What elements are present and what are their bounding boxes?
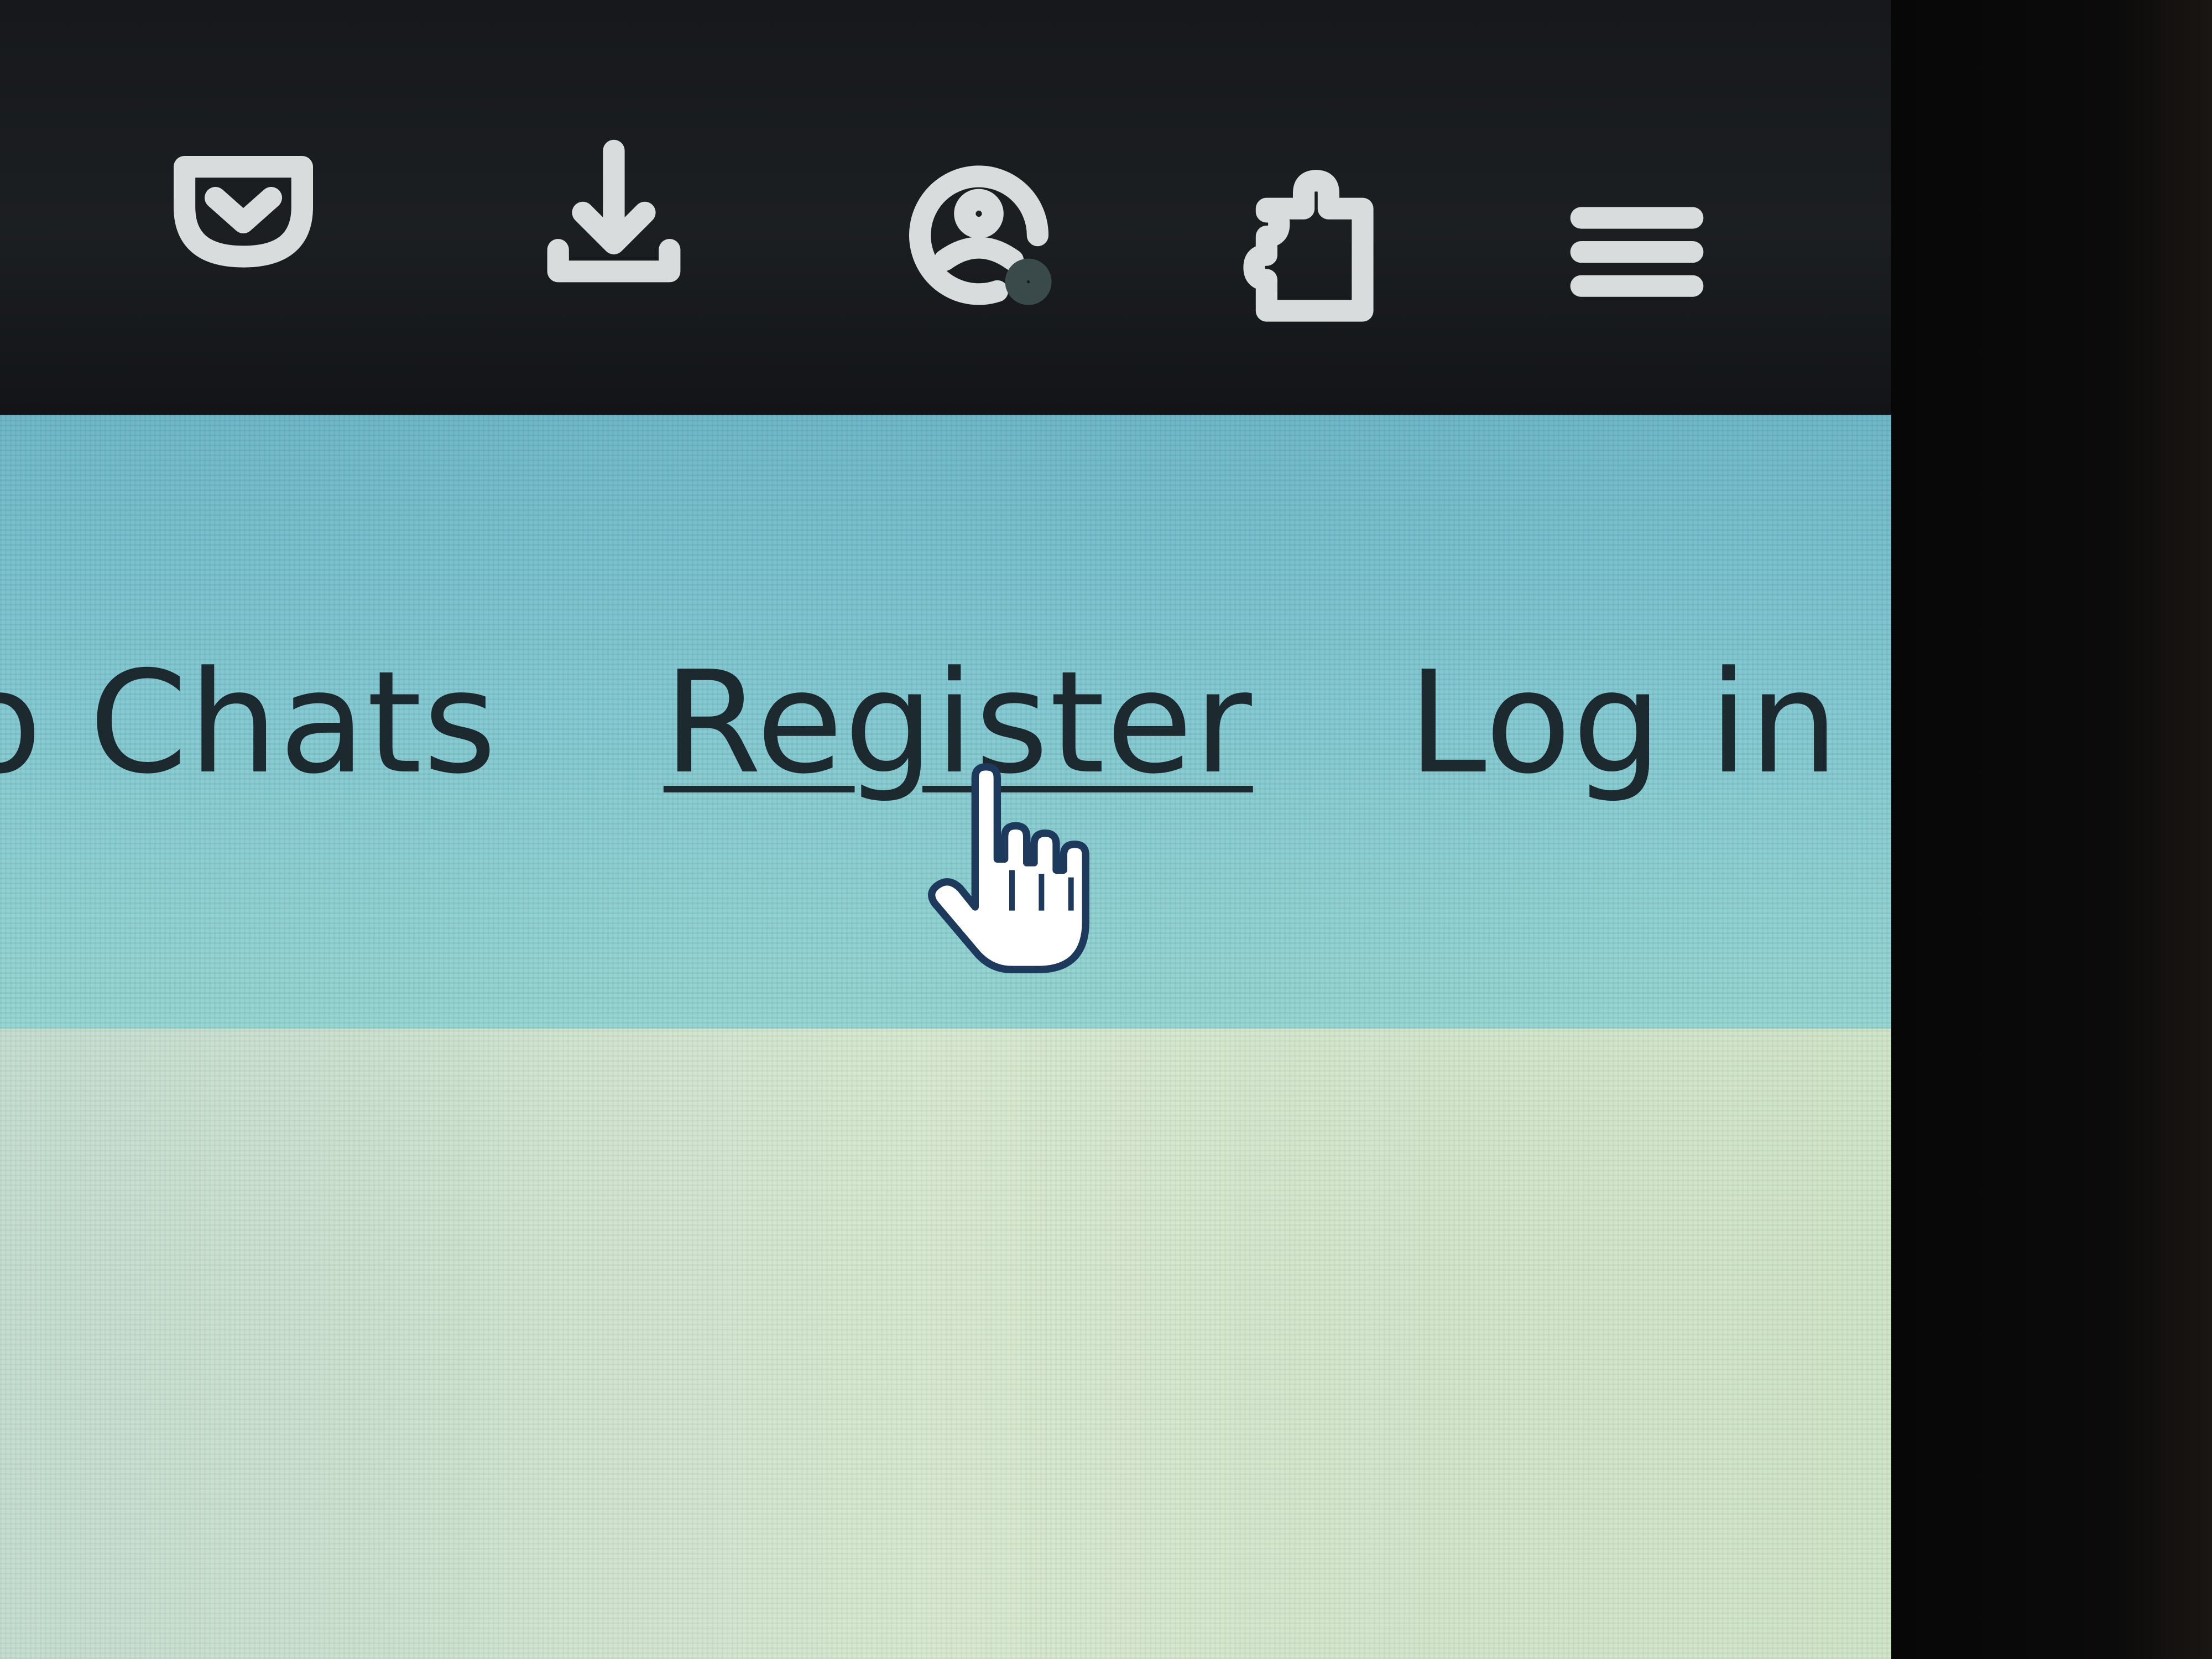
- app-menu-button[interactable]: [1554, 166, 1720, 332]
- page-body: [0, 1029, 1891, 1659]
- nav-link-login[interactable]: Log in: [1408, 653, 1840, 794]
- monitor-bezel: [1891, 0, 2212, 1659]
- downloads-button[interactable]: [531, 133, 697, 299]
- browser-toolbar: [0, 0, 1891, 415]
- pocket-icon: [174, 156, 313, 268]
- extensions-button[interactable]: [1233, 166, 1399, 332]
- nav-link-chats[interactable]: o Chats: [0, 653, 498, 794]
- hamburger-menu-icon: [1570, 207, 1704, 297]
- download-icon: [547, 139, 681, 283]
- puzzle-icon: [1243, 170, 1374, 322]
- account-icon: [909, 165, 1052, 305]
- account-button[interactable]: [896, 149, 1062, 315]
- pocket-button[interactable]: [160, 127, 326, 293]
- hand-pointer-icon: [918, 763, 1106, 984]
